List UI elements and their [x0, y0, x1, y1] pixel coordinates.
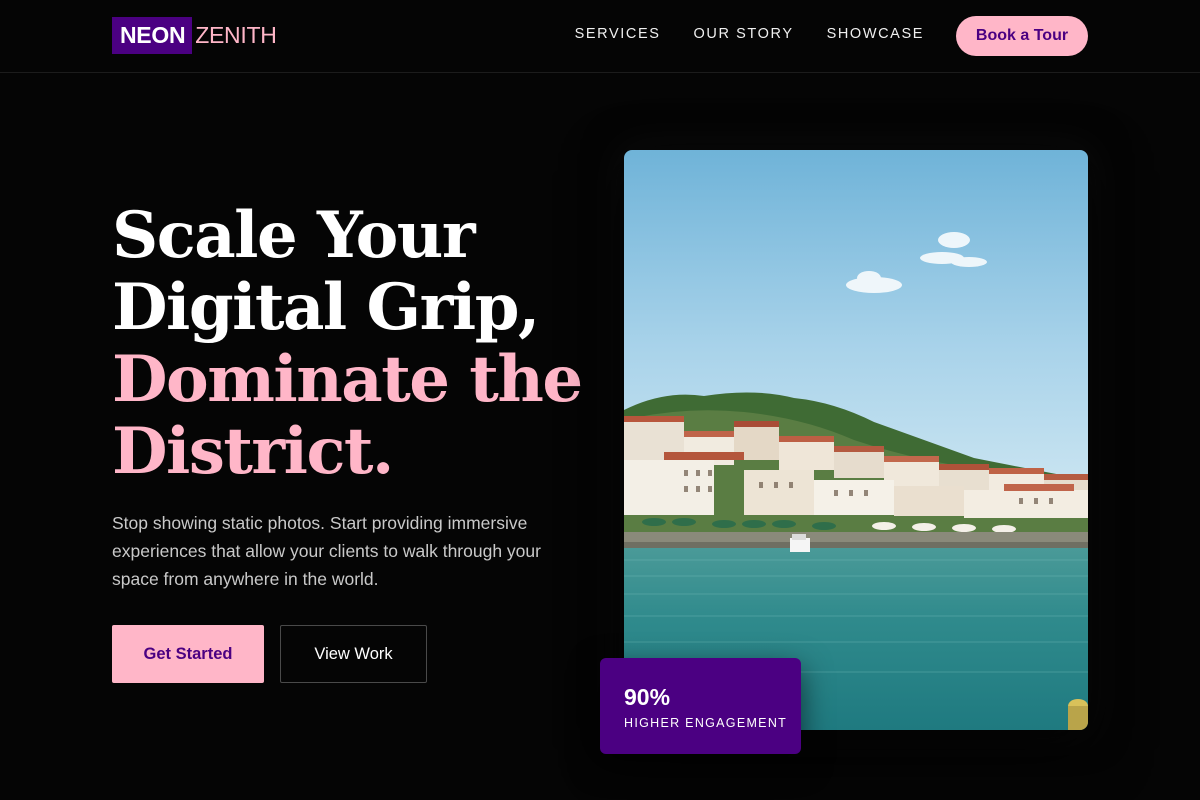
- nav-services[interactable]: SERVICES: [575, 26, 661, 42]
- headline-line-4: District.: [112, 414, 394, 489]
- stat-value: 90%: [624, 684, 671, 710]
- headline-line-1: Scale Your: [112, 198, 476, 273]
- hero-headline: Scale Your Digital Grip, Dominate the Di…: [112, 200, 592, 488]
- nav-showcase[interactable]: SHOWCASE: [827, 26, 924, 42]
- logo-zenith-text: ZENITH: [195, 22, 277, 48]
- book-tour-button[interactable]: Book a Tour: [956, 16, 1088, 56]
- logo[interactable]: NEON ZENITH: [112, 17, 277, 54]
- nav-our-story[interactable]: OUR STORY: [694, 26, 794, 42]
- hero-photo: [624, 150, 1088, 730]
- headline-line-3: Dominate the: [112, 342, 583, 417]
- hero-subtext: Stop showing static photos. Start provid…: [112, 513, 541, 589]
- view-work-button[interactable]: View Work: [280, 625, 427, 683]
- site-header: NEON ZENITH SERVICES OUR STORY SHOWCASE …: [0, 0, 1200, 73]
- lakeside-town-illustration: [624, 150, 1088, 730]
- logo-neon-text: NEON: [112, 17, 193, 54]
- stat-label: HIGHER ENGAGEMENT: [624, 716, 788, 730]
- engagement-stat-card: 90% HIGHER ENGAGEMENT: [600, 658, 801, 754]
- get-started-button[interactable]: Get Started: [112, 625, 264, 683]
- headline-line-2: Digital Grip,: [112, 270, 540, 345]
- main-nav: SERVICES OUR STORY SHOWCASE: [575, 26, 924, 42]
